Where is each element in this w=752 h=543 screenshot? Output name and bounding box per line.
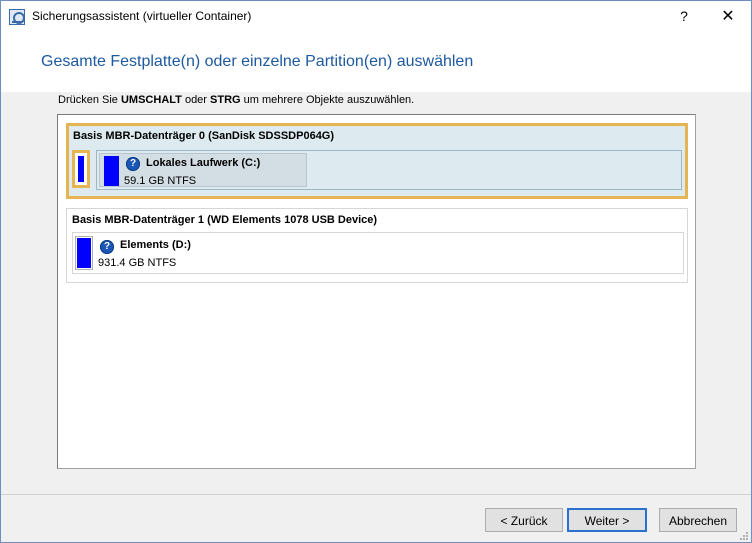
partition-track: ? Lokales Laufwerk (C:) 59.1 GB NTFS	[96, 150, 682, 190]
instruction-middle: oder	[181, 94, 211, 106]
partition-item-c[interactable]: ? Lokales Laufwerk (C:) 59.1 GB NTFS	[99, 153, 307, 187]
page-heading: Gesamte Festplatte(n) oder einzelne Part…	[41, 53, 474, 70]
partition-bar	[104, 156, 119, 186]
disk-segment-selected[interactable]	[72, 150, 90, 188]
partition-name: Elements (D:)	[120, 239, 191, 251]
cancel-button[interactable]: Abbrechen	[659, 508, 737, 532]
back-button[interactable]: < Zurück	[485, 508, 563, 532]
close-button[interactable]: ✕	[705, 1, 751, 32]
partition-size: 931.4 GB NTFS	[98, 257, 177, 269]
question-icon: ?	[100, 240, 114, 254]
partition-bar	[75, 236, 93, 270]
partition-item-d[interactable]: ? Elements (D:) 931.4 GB NTFS	[72, 232, 684, 274]
window-title: Sicherungsassistent (virtueller Containe…	[32, 9, 252, 23]
wizard-window: Sicherungsassistent (virtueller Containe…	[0, 0, 752, 543]
help-button[interactable]: ?	[661, 1, 707, 32]
question-icon: ?	[126, 157, 140, 171]
disk-item-0[interactable]: Basis MBR-Datenträger 0 (SanDisk SDSSDP0…	[66, 123, 688, 199]
resize-grip-icon[interactable]	[739, 531, 749, 541]
header-area: Gesamte Festplatte(n) oder einzelne Part…	[1, 32, 751, 92]
disk-segment-bar	[78, 156, 84, 182]
disk-list[interactable]: Basis MBR-Datenträger 0 (SanDisk SDSSDP0…	[57, 114, 696, 469]
instruction-key-shift: UMSCHALT	[120, 94, 182, 106]
backup-app-icon	[9, 9, 25, 25]
instruction-key-ctrl: STRG	[210, 94, 241, 106]
partition-name: Lokales Laufwerk (C:)	[146, 157, 261, 169]
title-bar: Sicherungsassistent (virtueller Containe…	[1, 1, 751, 32]
disk-title: Basis MBR-Datenträger 0 (SanDisk SDSSDP0…	[73, 130, 335, 142]
next-button[interactable]: Weiter >	[567, 508, 647, 532]
disk-item-1[interactable]: Basis MBR-Datenträger 1 (WD Elements 107…	[66, 208, 688, 283]
disk-title: Basis MBR-Datenträger 1 (WD Elements 107…	[72, 214, 378, 226]
footer-divider	[1, 494, 751, 495]
selection-instruction: Drücken Sie UMSCHALT oder STRG um mehrer…	[58, 94, 414, 106]
partition-size: 59.1 GB NTFS	[124, 175, 197, 187]
instruction-prefix: Drücken Sie	[58, 94, 121, 106]
instruction-suffix: um mehrere Objekte auszuwählen.	[240, 94, 415, 106]
